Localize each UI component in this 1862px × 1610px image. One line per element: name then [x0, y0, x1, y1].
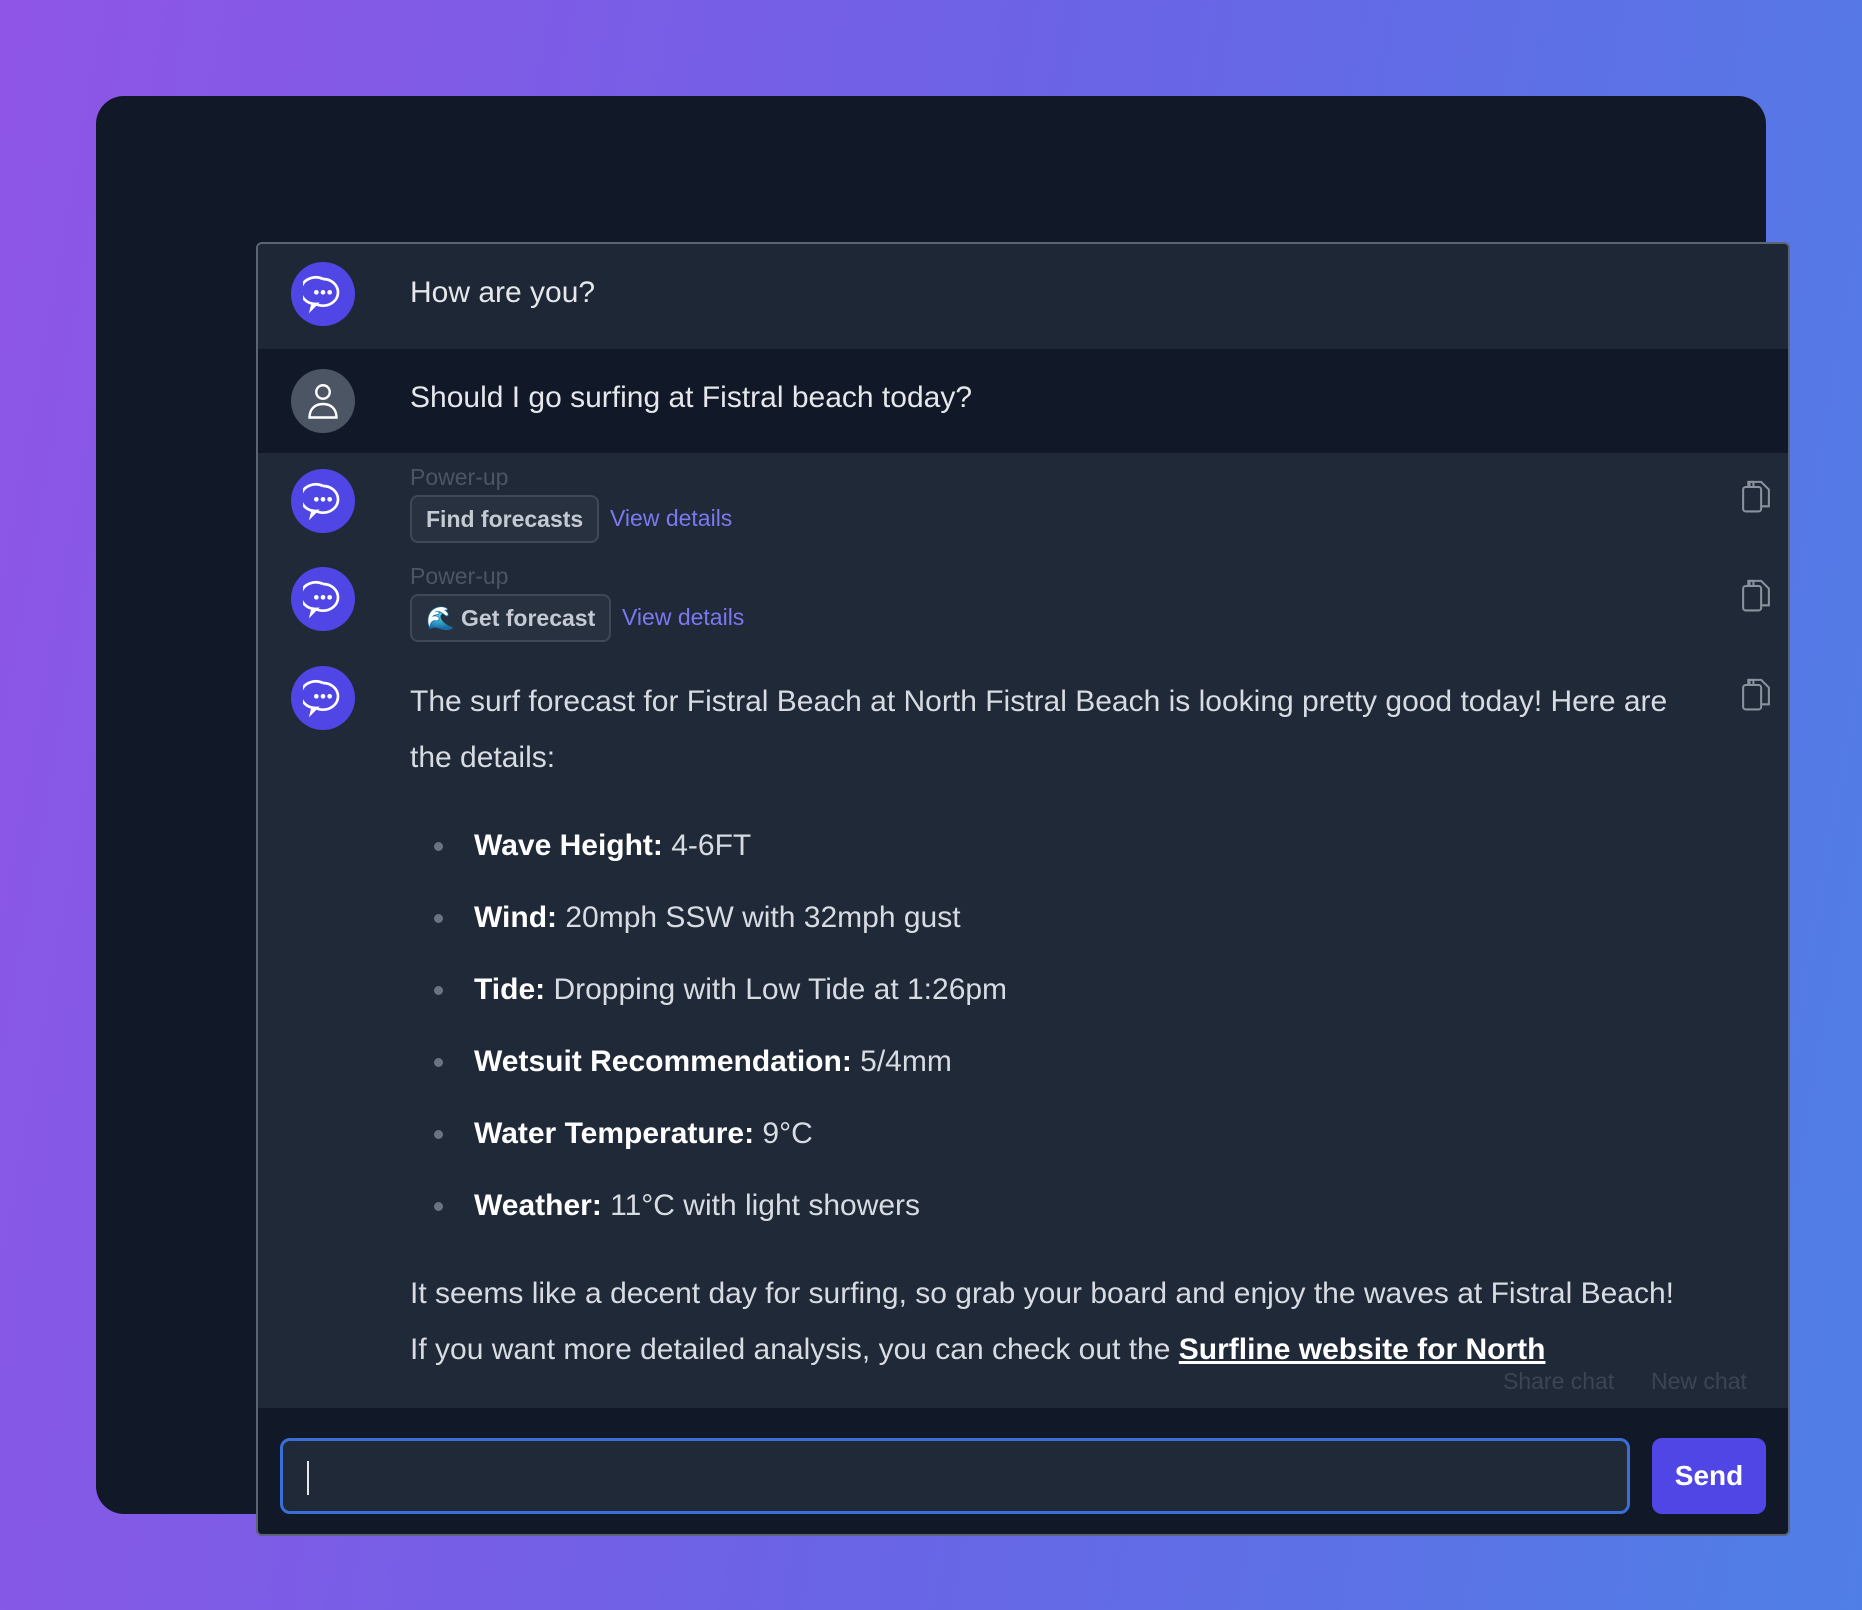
chat-window: How are you? Should I go surfing at Fist…: [96, 96, 1790, 1536]
item-label: Wetsuit Recommendation:: [474, 1045, 852, 1078]
new-chat-ghost: New chat: [1651, 1368, 1747, 1394]
item-label: Wave Height:: [474, 829, 663, 862]
item-value: 20mph SSW with 32mph gust: [557, 901, 961, 934]
powerup-label: Power-up: [410, 563, 509, 589]
list-item: Weather: 11°C with light showers: [410, 1170, 1688, 1242]
chat-bubble-icon: [291, 469, 355, 533]
powerup-chip-find-forecasts[interactable]: Find forecasts: [410, 495, 600, 543]
chat-bubble-icon: [291, 567, 355, 631]
share-chat-ghost: Share chat: [1503, 1368, 1615, 1394]
chat-panel: How are you? Should I go surfing at Fist…: [256, 242, 1790, 1536]
forecast-list: Wave Height: 4-6FT Wind: 20mph SSW with …: [410, 810, 1688, 1242]
send-button[interactable]: Send: [1652, 1438, 1766, 1514]
item-value: 11°C with light showers: [601, 1189, 921, 1222]
view-details-link[interactable]: View details: [610, 505, 732, 532]
list-item: Water Temperature: 9°C: [410, 1098, 1688, 1170]
item-value: Dropping with Low Tide at 1:26pm: [545, 973, 1008, 1006]
copy-icon[interactable]: [1740, 577, 1772, 613]
message-user: Should I go surfing at Fistral beach tod…: [258, 349, 1788, 453]
list-item: Tide: Dropping with Low Tide at 1:26pm: [410, 954, 1688, 1026]
powerup-chip-get-forecast[interactable]: 🌊 Get forecast: [410, 594, 612, 642]
item-value: 4-6FT: [662, 829, 752, 862]
chat-bubble-icon: [291, 262, 355, 326]
message-text: How are you?: [410, 276, 596, 309]
item-label: Weather:: [474, 1189, 602, 1222]
powerup-label: Power-up: [410, 464, 509, 490]
answer-intro: The surf forecast for Fistral Beach at N…: [410, 685, 1668, 774]
assistant-answer: The surf forecast for Fistral Beach at N…: [410, 674, 1688, 1378]
list-item: Wave Height: 4-6FT: [410, 810, 1688, 882]
answer-outro: It seems like a decent day for surfing, …: [410, 1266, 1688, 1378]
item-label: Tide:: [474, 973, 546, 1006]
message-text: Should I go surfing at Fistral beach tod…: [410, 381, 973, 414]
user-icon: [291, 369, 355, 433]
copy-icon[interactable]: [1740, 478, 1772, 514]
message-input[interactable]: [280, 1438, 1630, 1514]
surfline-link[interactable]: Surfline website for North: [1179, 1333, 1546, 1366]
message-assistant: How are you?: [258, 244, 1788, 349]
list-item: Wind: 20mph SSW with 32mph gust: [410, 882, 1688, 954]
item-label: Wind:: [474, 901, 558, 934]
copy-icon[interactable]: [1740, 676, 1772, 712]
item-label: Water Temperature:: [474, 1117, 755, 1150]
chat-bubble-icon: [291, 666, 355, 730]
list-item: Wetsuit Recommendation: 5/4mm: [410, 1026, 1688, 1098]
item-value: 9°C: [754, 1117, 813, 1150]
text-caret: [307, 1461, 309, 1495]
item-value: 5/4mm: [851, 1045, 952, 1078]
view-details-link[interactable]: View details: [622, 604, 744, 631]
composer: Send: [258, 1408, 1788, 1534]
